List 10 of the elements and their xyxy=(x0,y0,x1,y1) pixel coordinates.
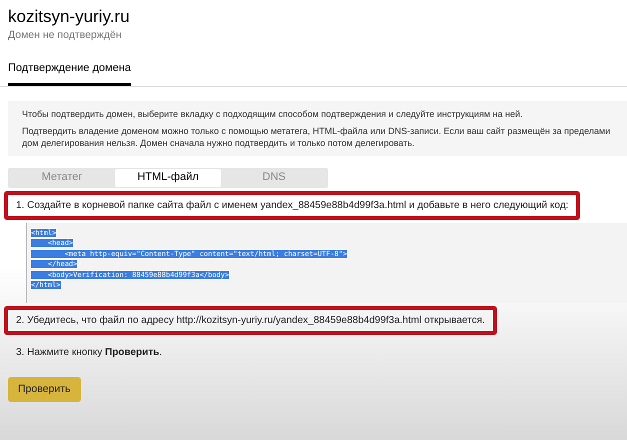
step-text: 2. Убедитесь, что файл по адресу http://kozitsyn-yuriy.ru/yandex_88459e88b4d99f3a.html открывается. xyxy=(4,306,497,334)
step-text: 1. Создайте в корневой папке сайта файл с именем yandex_88459e88b4d99f3a.html и добавьте в него следующий код: xyxy=(4,190,580,220)
domain-status: Домен не подтверждён xyxy=(8,28,123,42)
info-text: Подтвердить владение доменом можно только с помощью метатега, HTML-файла или DNS-записи. Если ваш сайт размещён за пределами дом делегирования нельзя. Домен сначала нужно подтвердить и только потом делегировать. xyxy=(22,124,612,148)
section-tab[interactable]: Подтверждение домена xyxy=(8,60,131,86)
site-title: kozitsyn-yuriy.ru xyxy=(8,6,131,28)
check-button[interactable]: Проверить xyxy=(8,376,81,402)
step-text: 3. Нажмите кнопку Проверить. xyxy=(15,346,164,360)
info-text: Чтобы подтвердить домен, выберите вкладку с подходящим способом подтверждения и следуйте инструкциям на ней. xyxy=(22,108,524,120)
method-tab[interactable]: HTML-файл xyxy=(115,168,221,186)
